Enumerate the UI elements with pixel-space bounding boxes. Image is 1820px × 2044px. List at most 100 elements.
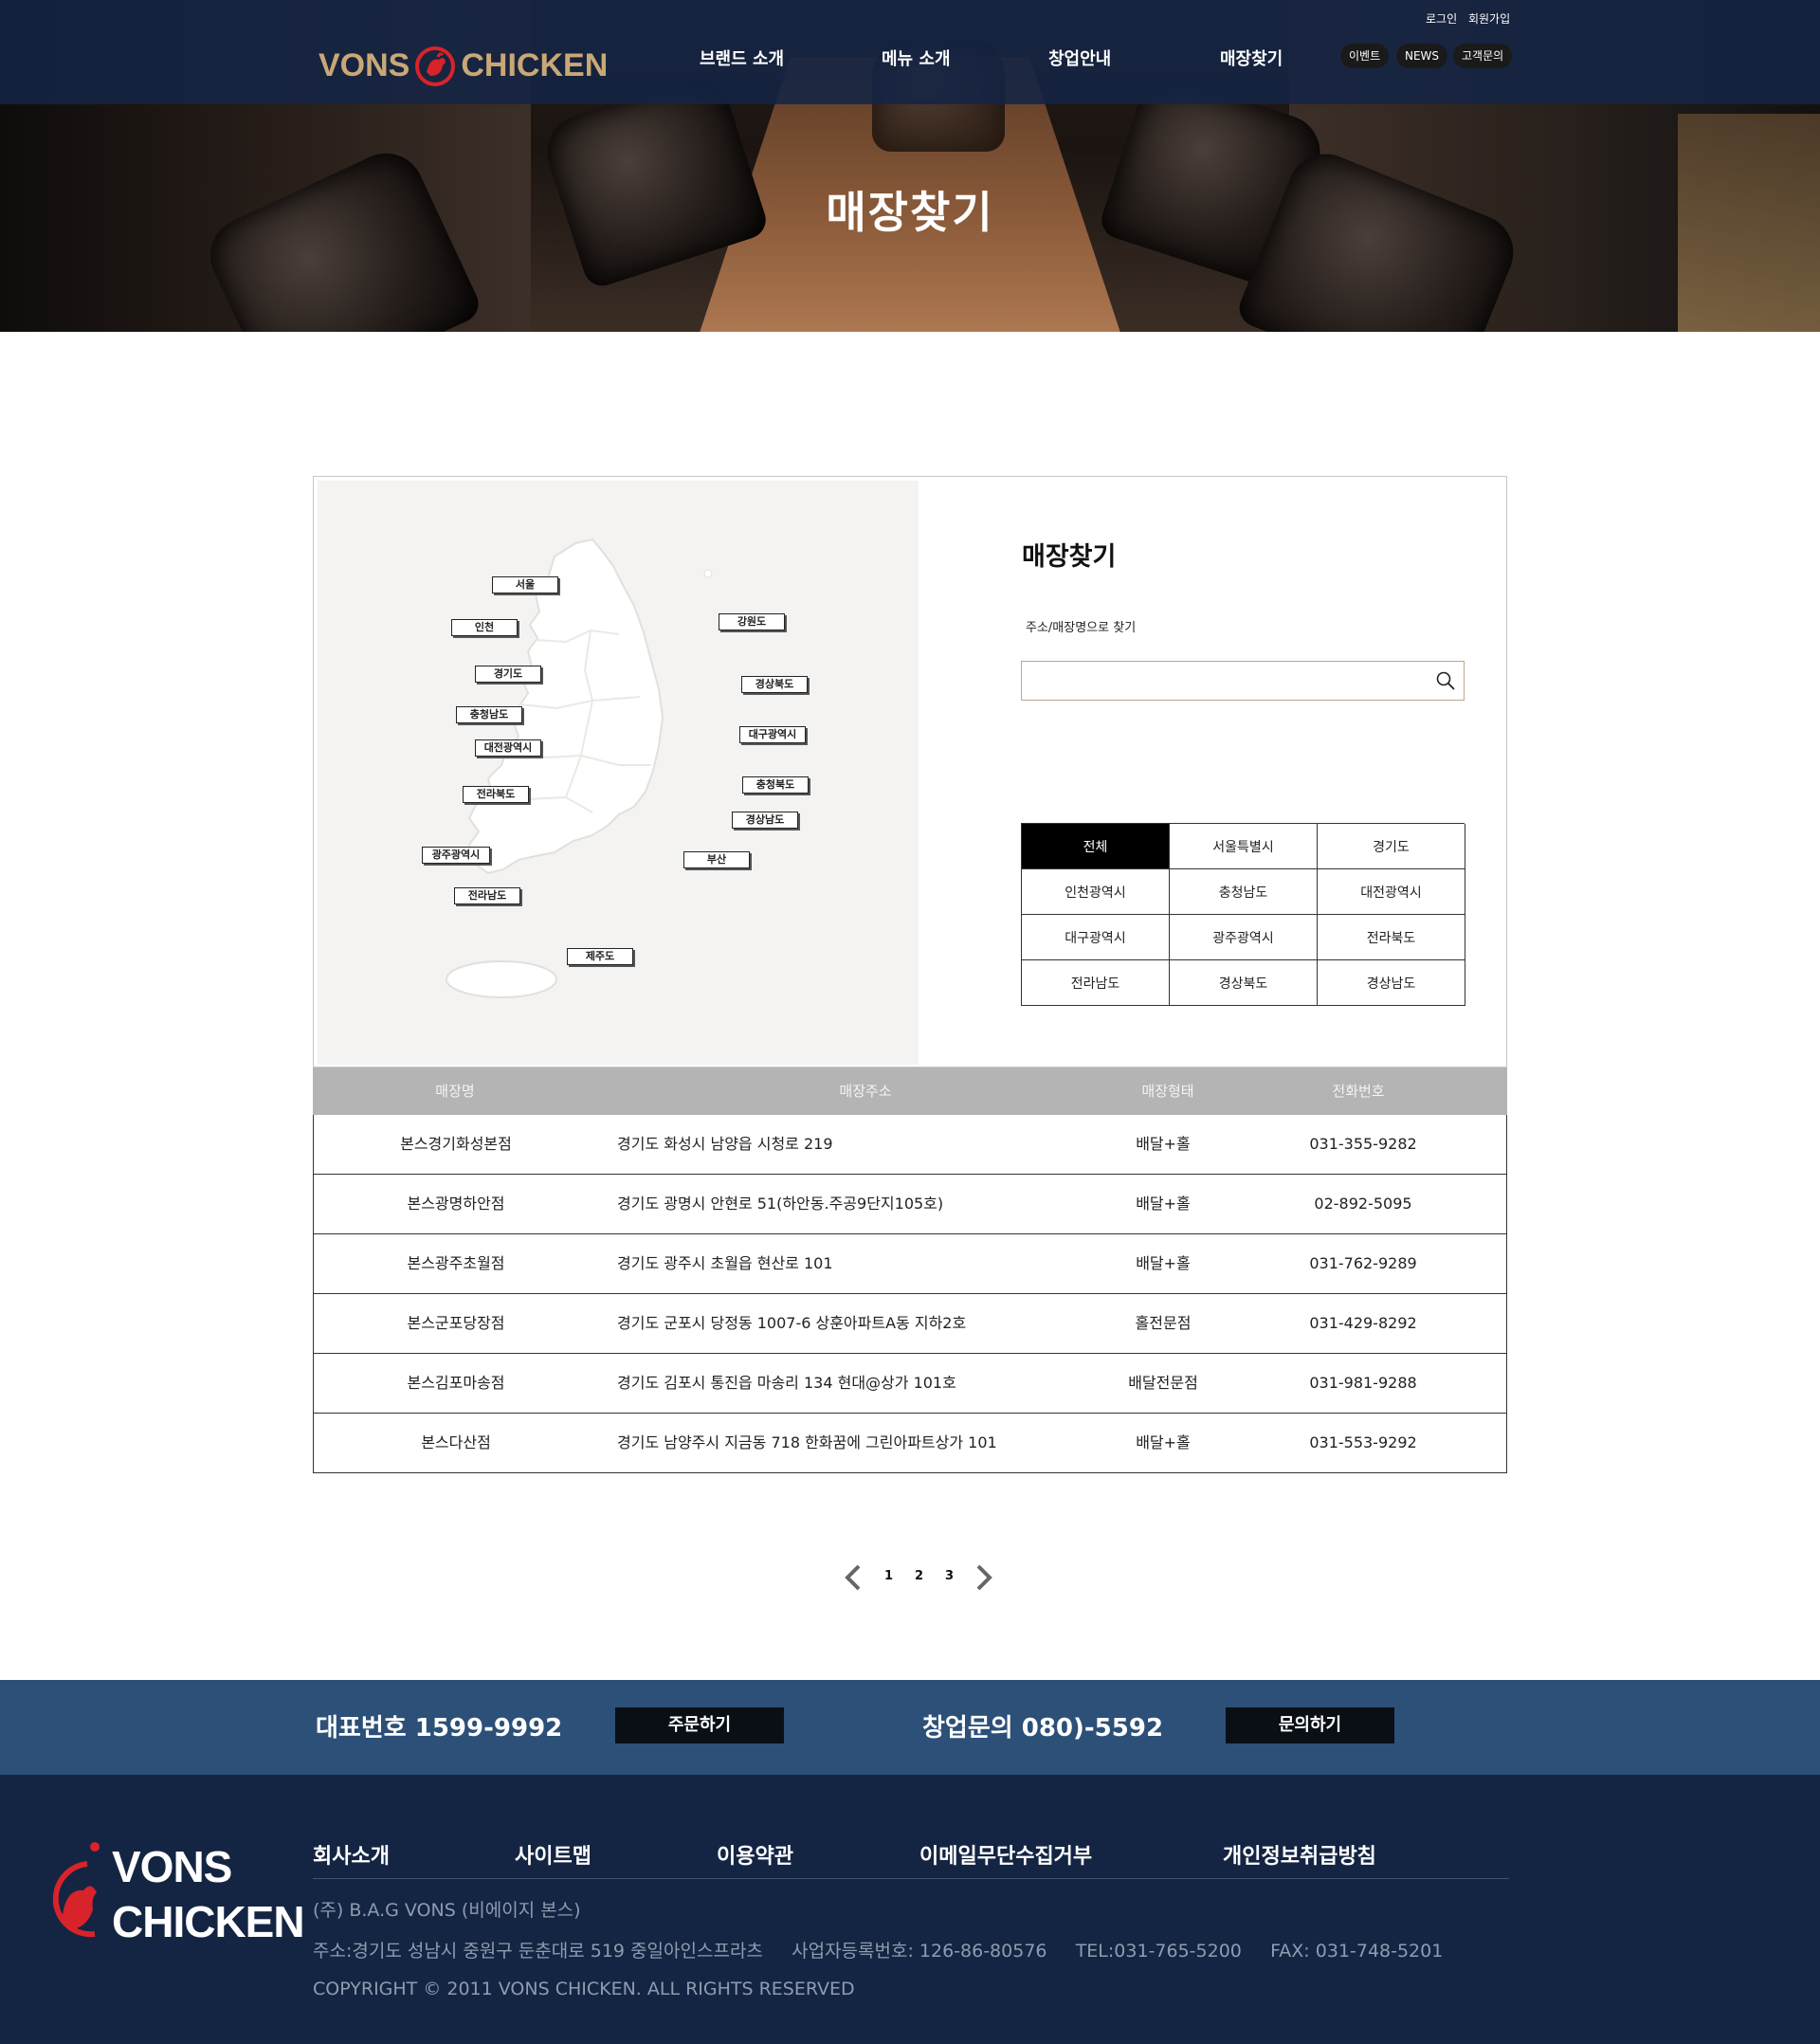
store-address: 경기도 광명시 안현로 51(하안동.주공9단지105호) bbox=[617, 1195, 944, 1213]
store-type: 배달전문점 bbox=[1128, 1374, 1198, 1392]
table-row[interactable]: 본스광명하안점 경기도 광명시 안현로 51(하안동.주공9단지105호) 배달… bbox=[313, 1175, 1507, 1234]
company-name: (주) B.A.G VONS (비에이지 본스) bbox=[313, 1900, 581, 1921]
search-icon[interactable] bbox=[1435, 670, 1456, 691]
header-address: 매장주소 bbox=[839, 1083, 892, 1100]
pagination: 1 2 3 bbox=[0, 1560, 1820, 1597]
footer-link-privacy[interactable]: 개인정보취급방침 bbox=[1223, 1839, 1376, 1870]
store-name: 본스김포마송점 bbox=[407, 1374, 505, 1392]
map-region-gangwon[interactable]: 강원도 bbox=[719, 613, 785, 630]
nav-brand[interactable]: 브랜드 소개 bbox=[700, 46, 784, 70]
site-footer: VONS CHICKEN 회사소개 사이트맵 이용약관 이메일무단수집거부 개인… bbox=[0, 1775, 1820, 2044]
site-header: VONS CHICKEN 로그인 회원가입 브랜드 소개 메뉴 소개 창업안내 … bbox=[0, 0, 1820, 104]
footer-link-email-policy[interactable]: 이메일무단수집거부 bbox=[919, 1839, 1092, 1870]
store-name: 본스다산점 bbox=[421, 1433, 491, 1451]
map-region-jeonbuk[interactable]: 전라북도 bbox=[463, 786, 529, 803]
main-phone: 대표번호 1599-9992 bbox=[316, 1714, 563, 1743]
table-row[interactable]: 본스다산점 경기도 남양주시 지금동 718 한화꿈에 그린아파트상가 101 … bbox=[313, 1414, 1507, 1473]
store-name: 본스군포당장점 bbox=[407, 1314, 505, 1332]
table-header: 매장명 매장주소 매장형태 전화번호 bbox=[313, 1068, 1507, 1115]
page-3[interactable]: 3 bbox=[945, 1569, 954, 1583]
region-chungnam[interactable]: 충청남도 bbox=[1170, 869, 1318, 915]
store-name: 본스광명하안점 bbox=[407, 1195, 505, 1213]
map-region-daegu[interactable]: 대구광역시 bbox=[739, 726, 806, 743]
map-region-daejeon[interactable]: 대전광역시 bbox=[475, 739, 541, 757]
map-region-seoul[interactable]: 서울 bbox=[492, 576, 558, 593]
footer-link-sitemap[interactable]: 사이트맵 bbox=[515, 1839, 592, 1870]
map-region-gwangju[interactable]: 광주광역시 bbox=[422, 847, 490, 864]
map-region-chungnam[interactable]: 충청남도 bbox=[456, 706, 522, 723]
signup-link[interactable]: 회원가입 bbox=[1468, 12, 1510, 26]
store-phone: 031-355-9282 bbox=[1309, 1135, 1417, 1153]
order-button[interactable]: 주문하기 bbox=[615, 1707, 784, 1743]
rooster-logo-icon bbox=[413, 44, 457, 87]
search-input[interactable] bbox=[1022, 662, 1420, 700]
table-row[interactable]: 본스군포당장점 경기도 군포시 당정동 1007-6 상훈아파트A동 지하2호 … bbox=[313, 1294, 1507, 1354]
store-type: 배달+홀 bbox=[1136, 1433, 1191, 1451]
region-jeonnam[interactable]: 전라남도 bbox=[1022, 960, 1170, 1006]
map-region-gyeonggi[interactable]: 경기도 bbox=[475, 666, 541, 683]
inquiry-button[interactable]: 문의하기 bbox=[1226, 1707, 1394, 1743]
store-type: 배달+홀 bbox=[1136, 1195, 1191, 1213]
startup-phone: 창업문의 080)-5592 bbox=[922, 1714, 1164, 1743]
nav-startup[interactable]: 창업안내 bbox=[1048, 46, 1111, 70]
footer-divider bbox=[313, 1878, 1509, 1879]
footer-logo: VONS CHICKEN bbox=[49, 1832, 305, 1955]
map-region-jeju[interactable]: 제주도 bbox=[567, 948, 633, 965]
region-gyeongbuk[interactable]: 경상북도 bbox=[1170, 960, 1318, 1006]
store-phone: 031-981-9288 bbox=[1309, 1374, 1417, 1392]
region-gyeongnam[interactable]: 경상남도 bbox=[1318, 960, 1465, 1006]
map-region-incheon[interactable]: 인천 bbox=[451, 619, 518, 636]
footer-link-terms[interactable]: 이용약관 bbox=[717, 1839, 793, 1870]
table-row[interactable]: 본스광주초월점 경기도 광주시 초월읍 현산로 101 배달+홀 031-762… bbox=[313, 1234, 1507, 1294]
rooster-logo-icon bbox=[52, 1842, 100, 1938]
region-seoul[interactable]: 서울특별시 bbox=[1170, 824, 1318, 869]
footer-link-company[interactable]: 회사소개 bbox=[313, 1839, 390, 1870]
search-label: 주소/매장명으로 찾기 bbox=[1026, 621, 1137, 635]
contact-bar: 대표번호 1599-9992 주문하기 창업문의 080)-5592 문의하기 bbox=[0, 1680, 1820, 1775]
region-gwangju[interactable]: 광주광역시 bbox=[1170, 915, 1318, 960]
event-pill[interactable]: 이벤트 bbox=[1340, 44, 1390, 68]
page-2[interactable]: 2 bbox=[915, 1569, 923, 1583]
inquiry-pill[interactable]: 고객문의 bbox=[1453, 44, 1513, 68]
map-region-busan[interactable]: 부산 bbox=[683, 851, 750, 868]
korea-map: 서울 인천 강원도 경기도 경상북도 충청남도 대전광역시 대구광역시 전라북도… bbox=[318, 481, 919, 1065]
map-region-gyeongbuk[interactable]: 경상북도 bbox=[741, 676, 808, 693]
header-store-name: 매장명 bbox=[435, 1083, 475, 1100]
chevron-right-icon[interactable] bbox=[969, 1563, 997, 1592]
store-address: 경기도 남양주시 지금동 718 한화꿈에 그린아파트상가 101 bbox=[617, 1433, 997, 1451]
search-field bbox=[1021, 661, 1465, 701]
login-link[interactable]: 로그인 bbox=[1426, 12, 1457, 26]
copyright: COPYRIGHT © 2011 VONS CHICKEN. ALL RIGHT… bbox=[313, 1979, 855, 1999]
store-phone: 031-429-8292 bbox=[1309, 1314, 1417, 1332]
map-region-chungbuk[interactable]: 충청북도 bbox=[742, 776, 809, 794]
chevron-left-icon[interactable] bbox=[840, 1563, 868, 1592]
store-address: 경기도 김포시 통진읍 마송리 134 현대@상가 101호 bbox=[617, 1374, 956, 1392]
header-phone: 전화번호 bbox=[1332, 1083, 1385, 1100]
top-links: 로그인 회원가입 bbox=[1426, 10, 1518, 27]
store-name: 본스경기화성본점 bbox=[400, 1135, 512, 1153]
nav-store-finder[interactable]: 매장찾기 bbox=[1220, 46, 1283, 70]
company-address: 주소:경기도 성남시 중원구 둔춘대로 519 중일아인스프라츠 사업자등록번호… bbox=[313, 1941, 1444, 1962]
store-finder-panel: 서울 인천 강원도 경기도 경상북도 충청남도 대전광역시 대구광역시 전라북도… bbox=[313, 476, 1507, 1068]
store-type: 배달+홀 bbox=[1136, 1254, 1191, 1272]
region-all[interactable]: 전체 bbox=[1022, 824, 1170, 869]
region-jeonbuk[interactable]: 전라북도 bbox=[1318, 915, 1465, 960]
store-phone: 031-762-9289 bbox=[1309, 1254, 1417, 1272]
store-address: 경기도 광주시 초월읍 현산로 101 bbox=[617, 1254, 833, 1272]
table-row[interactable]: 본스경기화성본점 경기도 화성시 남양읍 시청로 219 배달+홀 031-35… bbox=[313, 1115, 1507, 1175]
map-region-jeonnam[interactable]: 전라남도 bbox=[454, 887, 520, 904]
region-daejeon[interactable]: 대전광역시 bbox=[1318, 869, 1465, 915]
region-daegu[interactable]: 대구광역시 bbox=[1022, 915, 1170, 960]
news-pill[interactable]: NEWS bbox=[1396, 44, 1448, 68]
store-type: 홀전문점 bbox=[1135, 1314, 1192, 1332]
page-1[interactable]: 1 bbox=[884, 1569, 893, 1583]
table-row[interactable]: 본스김포마송점 경기도 김포시 통진읍 마송리 134 현대@상가 101호 배… bbox=[313, 1354, 1507, 1414]
nav-menu[interactable]: 메뉴 소개 bbox=[882, 46, 951, 70]
korea-map-shape bbox=[446, 538, 713, 998]
store-address: 경기도 화성시 남양읍 시청로 219 bbox=[617, 1135, 833, 1153]
region-gyeonggi[interactable]: 경기도 bbox=[1318, 824, 1465, 869]
site-logo[interactable]: VONS CHICKEN bbox=[318, 42, 608, 89]
map-region-gyeongnam[interactable]: 경상남도 bbox=[732, 812, 798, 829]
store-phone: 02-892-5095 bbox=[1314, 1195, 1412, 1213]
region-incheon[interactable]: 인천광역시 bbox=[1022, 869, 1170, 915]
